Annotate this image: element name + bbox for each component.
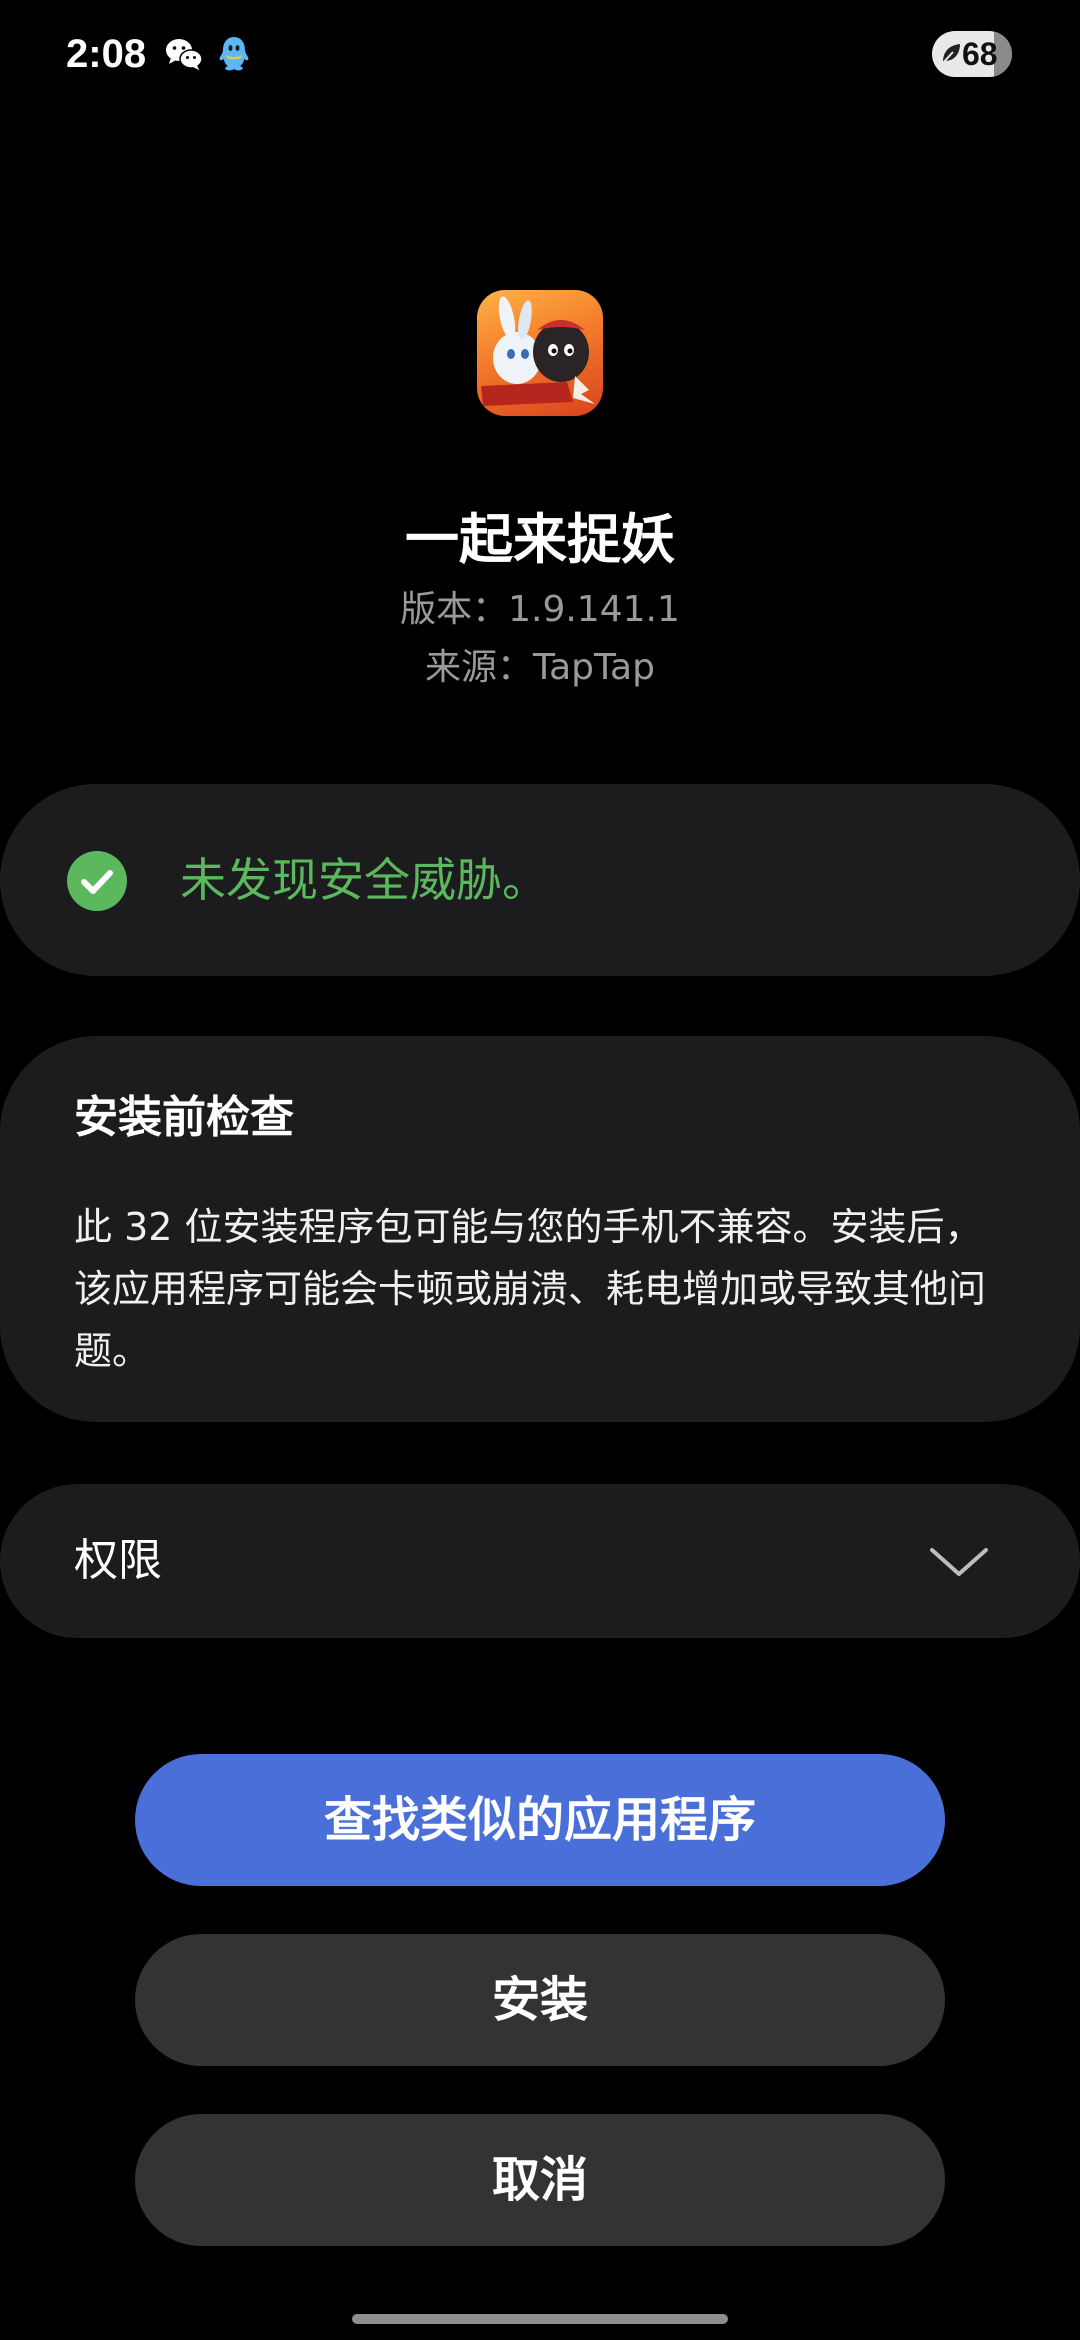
- app-name: 一起来捉妖: [405, 508, 675, 571]
- permissions-label: 权限: [74, 1535, 162, 1586]
- precheck-body: 此 32 位安装程序包可能与您的手机不兼容。安装后，该应用程序可能会卡顿或崩溃、…: [74, 1205, 987, 1373]
- chevron-down-icon[interactable]: [928, 1536, 990, 1586]
- app-icon: [477, 290, 603, 416]
- wechat-icon: [164, 34, 204, 74]
- app-version: 版本：1.9.141.1: [400, 589, 680, 630]
- permissions-expander[interactable]: 权限: [0, 1484, 1080, 1638]
- security-message: 未发现安全威胁。: [180, 853, 548, 907]
- security-status-card: 未发现安全威胁。: [0, 784, 1080, 976]
- battery-level: 68: [962, 36, 998, 72]
- check-circle-icon: [66, 850, 128, 912]
- precheck-card: 安装前检查 此 32 位安装程序包可能与您的手机不兼容。安装后，该应用程序可能会…: [0, 1036, 1080, 1422]
- qq-icon: [214, 34, 254, 74]
- status-time: 2:08: [66, 32, 147, 76]
- precheck-title: 安装前检查: [74, 1092, 294, 1143]
- leaf-icon: [940, 42, 962, 66]
- status-bar: 2:08 68: [0, 0, 1080, 110]
- battery-indicator: 68: [932, 31, 1012, 77]
- app-source: 来源：TapTap: [425, 647, 655, 688]
- find-similar-apps-button[interactable]: 查找类似的应用程序: [135, 1754, 945, 1886]
- install-button[interactable]: 安装: [135, 1934, 945, 2066]
- home-indicator[interactable]: [352, 2314, 728, 2324]
- cancel-button[interactable]: 取消: [135, 2114, 945, 2246]
